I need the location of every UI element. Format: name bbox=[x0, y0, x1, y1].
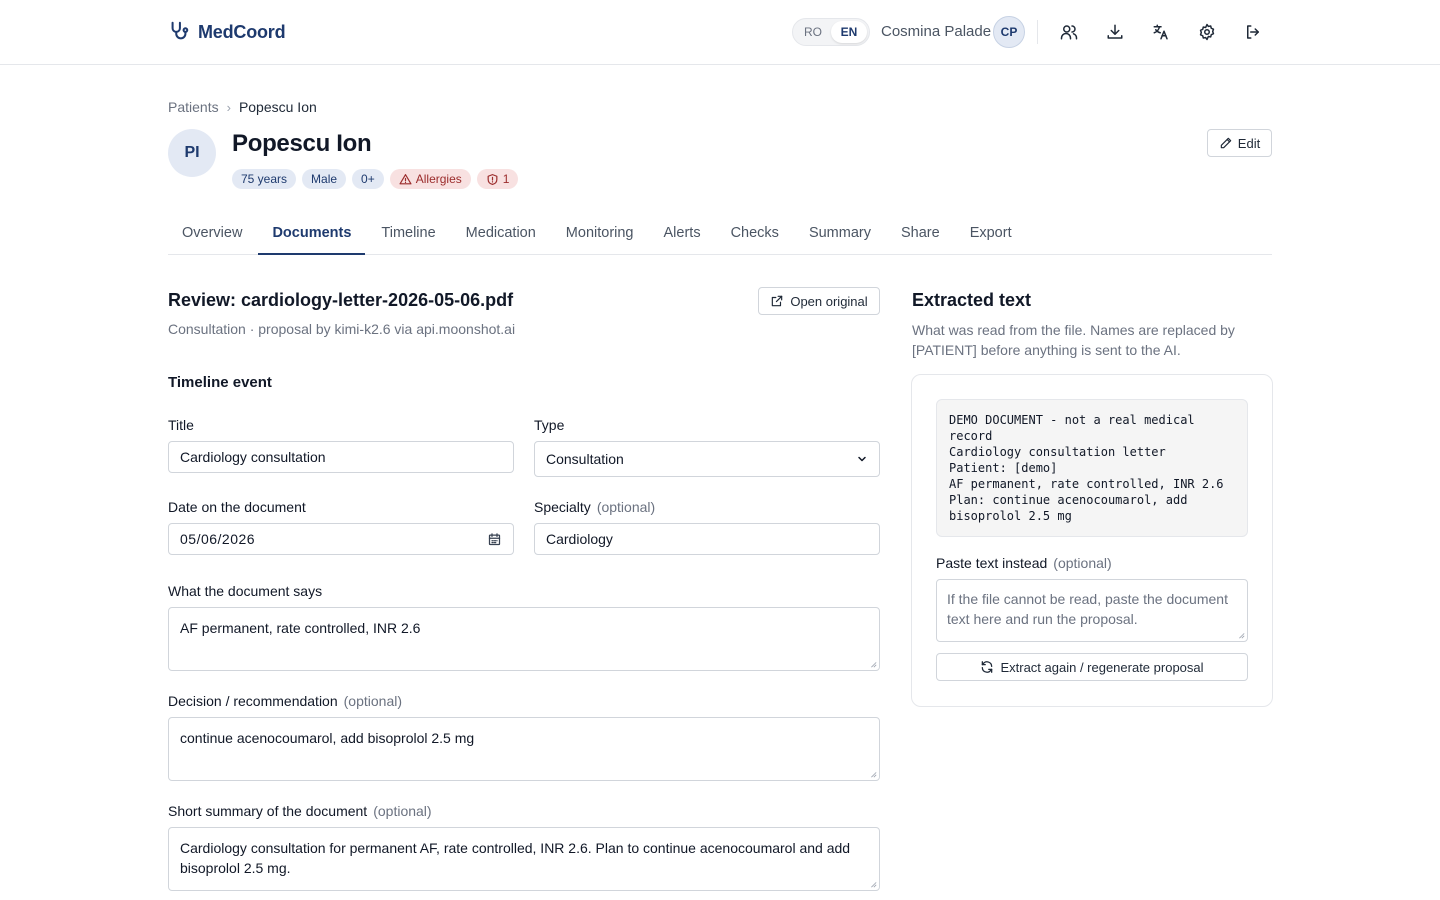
document-says-textarea[interactable]: AF permanent, rate controlled, INR 2.6 bbox=[168, 607, 880, 671]
timeline-event-heading: Timeline event bbox=[168, 374, 272, 391]
tab-medication[interactable]: Medication bbox=[452, 212, 550, 255]
decision-value: continue acenocoumarol, add bisoprolol 2… bbox=[180, 730, 475, 746]
age-badge: 75 years bbox=[232, 169, 297, 189]
warning-icon bbox=[399, 173, 412, 184]
blood-type-badge: 0+ bbox=[352, 169, 384, 189]
summary-value: Cardiology consultation for permanent AF… bbox=[180, 840, 851, 876]
alerts-badge[interactable]: 1 bbox=[476, 169, 519, 189]
extracted-text-description: What was read from the file. Names are r… bbox=[912, 322, 1235, 358]
breadcrumb-current: Popescu Ion bbox=[238, 99, 317, 115]
users-icon[interactable] bbox=[1058, 21, 1080, 43]
download-icon[interactable] bbox=[1104, 21, 1126, 43]
open-original-button[interactable]: Open original bbox=[758, 287, 880, 315]
user-name: Cosmina Palade bbox=[881, 23, 992, 40]
regenerate-label: Extract again / regenerate proposal bbox=[1000, 659, 1204, 675]
alerts-count: 1 bbox=[502, 172, 510, 186]
decision-textarea[interactable]: continue acenocoumarol, add bisoprolol 2… bbox=[168, 717, 880, 781]
extracted-text-content: DEMO DOCUMENT - not a real medical recor… bbox=[936, 399, 1248, 537]
summary-label: Short summary of the document (optional) bbox=[168, 803, 432, 819]
patient-badges: 75 years Male 0+ Allergies 1 bbox=[232, 169, 519, 189]
user-avatar[interactable]: CP bbox=[993, 16, 1025, 48]
date-value: 05/06/2026 bbox=[180, 531, 256, 547]
edit-patient-button[interactable]: Edit bbox=[1207, 129, 1272, 157]
language-switcher: RO EN bbox=[792, 18, 870, 46]
specialty-input[interactable]: Cardiology bbox=[534, 523, 880, 555]
refresh-icon bbox=[982, 661, 993, 673]
shield-icon bbox=[487, 173, 498, 185]
extracted-text-heading: Extracted text bbox=[912, 290, 1032, 310]
document-says-value: AF permanent, rate controlled, INR 2.6 bbox=[180, 620, 421, 636]
breadcrumb-patients-link[interactable]: Patients bbox=[168, 99, 219, 115]
type-select-value: Consultation bbox=[546, 451, 624, 467]
paste-text-placeholder: If the file cannot be read, paste the do… bbox=[947, 591, 1228, 627]
lang-ro-button[interactable]: RO bbox=[795, 21, 831, 43]
patient-avatar: PI bbox=[168, 129, 216, 177]
paste-text-label-text: Paste text instead bbox=[936, 555, 1048, 571]
lang-en-button[interactable]: EN bbox=[831, 21, 867, 43]
tab-summary[interactable]: Summary bbox=[795, 212, 885, 255]
resize-handle-icon[interactable] bbox=[869, 660, 877, 668]
tab-export[interactable]: Export bbox=[956, 212, 1026, 255]
logout-icon[interactable] bbox=[1242, 21, 1264, 43]
stethoscope-icon bbox=[168, 20, 190, 45]
paste-text-label: Paste text instead (optional) bbox=[936, 555, 1112, 571]
calendar-icon[interactable] bbox=[487, 532, 502, 547]
type-label: Type bbox=[534, 417, 565, 433]
summary-optional: (optional) bbox=[373, 803, 432, 819]
brand-name: MedCoord bbox=[198, 22, 286, 42]
decision-label: Decision / recommendation (optional) bbox=[168, 693, 402, 709]
resize-handle-icon[interactable] bbox=[869, 770, 877, 778]
title-input[interactable]: Cardiology consultation bbox=[168, 441, 514, 473]
edit-label: Edit bbox=[1237, 135, 1261, 151]
summary-textarea[interactable]: Cardiology consultation for permanent AF… bbox=[168, 827, 880, 891]
decision-optional: (optional) bbox=[343, 693, 403, 709]
title-label: Title bbox=[168, 417, 194, 433]
date-input[interactable]: 05/06/2026 bbox=[168, 523, 514, 555]
date-label: Date on the document bbox=[168, 499, 306, 515]
external-link-icon bbox=[772, 295, 783, 307]
regenerate-proposal-button[interactable]: Extract again / regenerate proposal bbox=[936, 653, 1248, 681]
tab-share[interactable]: Share bbox=[887, 212, 954, 255]
tab-overview[interactable]: Overview bbox=[168, 212, 256, 255]
specialty-label: Specialty (optional) bbox=[534, 499, 655, 515]
allergies-label: Allergies bbox=[415, 172, 462, 186]
review-title: Review: cardiology-letter-2026-05-06.pdf bbox=[168, 290, 514, 310]
patient-tabs: Overview Documents Timeline Medication M… bbox=[168, 212, 1272, 255]
header-divider bbox=[1037, 20, 1038, 44]
tab-checks[interactable]: Checks bbox=[717, 212, 793, 255]
paste-text-optional: (optional) bbox=[1053, 555, 1112, 571]
type-select[interactable]: Consultation bbox=[534, 441, 880, 477]
specialty-optional: (optional) bbox=[596, 499, 656, 515]
sex-badge: Male bbox=[302, 169, 347, 189]
tab-documents[interactable]: Documents bbox=[258, 212, 366, 255]
translate-icon[interactable] bbox=[1150, 21, 1172, 43]
review-subtitle: Consultation · proposal by kimi-k2.6 via… bbox=[168, 321, 516, 337]
breadcrumb: Patients › Popescu Ion bbox=[168, 99, 317, 115]
brand-logo[interactable]: MedCoord bbox=[168, 20, 286, 45]
tab-monitoring[interactable]: Monitoring bbox=[552, 212, 648, 255]
specialty-label-text: Specialty bbox=[534, 499, 591, 515]
chevron-down-icon bbox=[858, 456, 866, 462]
resize-handle-icon[interactable] bbox=[1237, 631, 1245, 639]
allergies-badge[interactable]: Allergies bbox=[389, 169, 471, 189]
decision-label-text: Decision / recommendation bbox=[168, 693, 338, 709]
tab-alerts[interactable]: Alerts bbox=[650, 212, 715, 255]
resize-handle-icon[interactable] bbox=[869, 880, 877, 888]
open-original-label: Open original bbox=[790, 293, 868, 309]
document-says-label: What the document says bbox=[168, 583, 323, 599]
pencil-icon bbox=[1220, 137, 1232, 149]
tab-timeline[interactable]: Timeline bbox=[367, 212, 449, 255]
patient-name: Popescu Ion bbox=[232, 130, 372, 157]
summary-label-text: Short summary of the document bbox=[168, 803, 368, 819]
top-bar: MedCoord RO EN Cosmina Palade CP bbox=[0, 0, 1440, 65]
chevron-right-icon: › bbox=[226, 99, 231, 115]
paste-text-textarea[interactable]: If the file cannot be read, paste the do… bbox=[936, 579, 1248, 642]
gear-icon[interactable] bbox=[1196, 21, 1218, 43]
